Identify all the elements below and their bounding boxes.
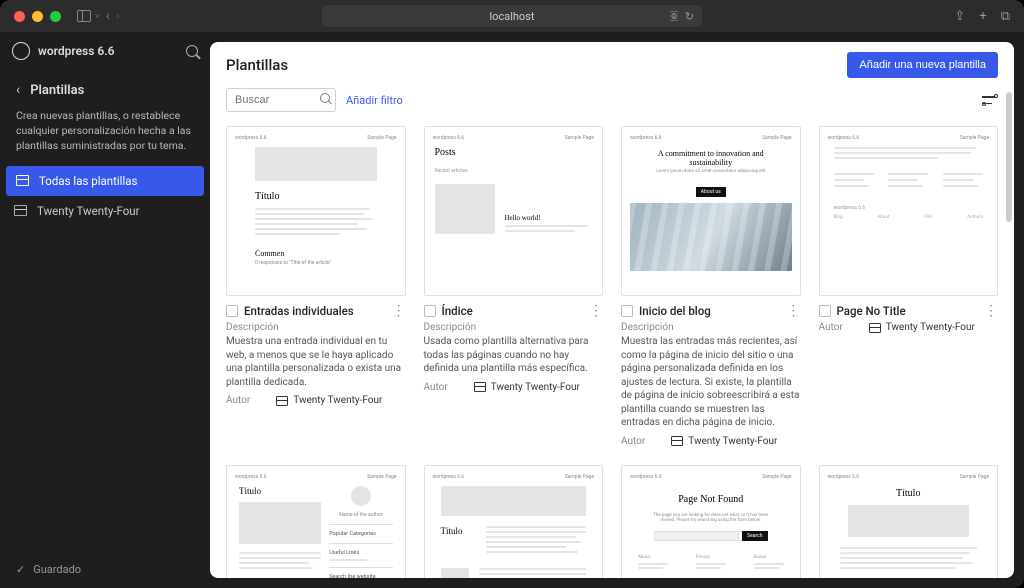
template-card: wordpress 6.6Sample Page Título Commen (226, 126, 406, 447)
save-status: Guardado (33, 563, 81, 576)
add-template-button[interactable]: Añadir una nueva plantilla (847, 52, 998, 78)
minimize-window-icon[interactable] (32, 11, 43, 22)
dashboard-icon (869, 323, 881, 333)
select-checkbox[interactable] (819, 305, 831, 317)
layout-icon (16, 175, 29, 186)
author-chip[interactable]: Twenty Twenty-Four (474, 382, 580, 393)
template-preview[interactable]: wordpress 6.6Sample Page Posts Recent ar… (424, 126, 604, 296)
template-card: wordpress 6.6Sample Page Título (226, 465, 406, 579)
sidebar-item-label: Twenty Twenty-Four (37, 204, 140, 218)
search-input-wrap (226, 88, 336, 112)
meta-author-label: Autor (819, 322, 843, 333)
more-actions-icon[interactable]: ⋮ (589, 306, 603, 316)
meta-desc-label: Descripción (226, 322, 406, 333)
author-chip[interactable]: Twenty Twenty-Four (276, 395, 382, 406)
template-title[interactable]: Índice (442, 304, 584, 318)
share-icon[interactable]: ⇪ (954, 9, 965, 24)
author-chip[interactable]: Twenty Twenty-Four (869, 322, 975, 333)
scrollbar[interactable] (1006, 92, 1012, 222)
section-description: Crea nuevas plantillas, o restablece cua… (0, 102, 210, 166)
select-checkbox[interactable] (424, 305, 436, 317)
template-card: wordpress 6.6Sample Page A commitment to… (621, 126, 801, 447)
more-actions-icon[interactable]: ⋮ (787, 306, 801, 316)
new-tab-icon[interactable]: + (979, 9, 986, 24)
browser-chrome: ˅ ‹ › localhost 🀙 ↻ ⇪ + ⧉ (0, 0, 1024, 32)
url-bar[interactable]: localhost 🀙 ↻ (322, 5, 702, 27)
meta-author-label: Autor (226, 395, 250, 406)
more-actions-icon[interactable]: ⋮ (984, 306, 998, 316)
site-title[interactable]: wordpress 6.6 (38, 44, 178, 58)
editor-sidebar: wordpress 6.6 ‹ Plantillas Crea nuevas p… (0, 32, 210, 588)
meta-author-label: Autor (424, 382, 448, 393)
page-title: Plantillas (226, 56, 847, 74)
search-icon[interactable] (320, 93, 330, 103)
template-card: wordpress 6.6Sample Page Page Not Found … (621, 465, 801, 579)
template-grid-scroll[interactable]: wordpress 6.6Sample Page Título Commen (210, 120, 1014, 578)
preview-heading: Posts (435, 147, 595, 158)
template-card: wordpress 6.6Sample Page wordpress 6.6 (819, 126, 999, 447)
preview-hero-image (630, 203, 792, 271)
nav-back-icon[interactable]: ‹ (106, 8, 110, 24)
preview-post-title: Hello world! (505, 214, 593, 222)
more-actions-icon[interactable]: ⋮ (392, 306, 406, 316)
dashboard-icon (276, 396, 288, 406)
main-panel: Plantillas Añadir una nueva plantilla Añ… (210, 42, 1014, 578)
main-toolbar: Añadir filtro (210, 88, 1014, 120)
sidebar-item-all-templates[interactable]: Todas las plantillas (6, 166, 204, 196)
template-preview[interactable]: wordpress 6.6Sample Page A commitment to… (621, 126, 801, 296)
select-checkbox[interactable] (621, 305, 633, 317)
dashboard-icon (671, 436, 683, 446)
search-icon[interactable] (186, 45, 198, 57)
chevron-down-icon[interactable]: ˅ (95, 12, 100, 21)
layout-icon (14, 205, 27, 216)
preview-heading: A commitment to innovation and sustainab… (650, 149, 772, 167)
dashboard-icon (474, 382, 486, 392)
template-title[interactable]: Inicio del blog (639, 304, 781, 318)
template-description: Muestra las entradas más recientes, así … (621, 335, 801, 430)
refresh-icon[interactable]: ↻ (685, 10, 694, 23)
template-title[interactable]: Entradas individuales (244, 304, 386, 318)
template-preview[interactable]: wordpress 6.6Sample Page Título (424, 465, 604, 579)
close-window-icon[interactable] (14, 11, 25, 22)
nav-forward-icon[interactable]: › (116, 8, 120, 24)
app-frame: wordpress 6.6 ‹ Plantillas Crea nuevas p… (0, 32, 1024, 588)
sidebar-item-label: Todas las plantillas (39, 174, 137, 188)
author-chip[interactable]: Twenty Twenty-Four (671, 436, 777, 447)
template-preview[interactable]: wordpress 6.6Sample Page Título (226, 465, 406, 579)
wordpress-logo-icon[interactable] (12, 42, 30, 60)
sidebar-footer: ✓ Guardado (0, 551, 210, 588)
template-preview[interactable]: wordpress 6.6Sample Page wordpress 6.6 (819, 126, 999, 296)
meta-desc-label: Descripción (621, 322, 801, 333)
template-card: wordpress 6.6Sample Page Título (819, 465, 999, 579)
maximize-window-icon[interactable] (50, 11, 61, 22)
sidebar-toggle-icon[interactable] (77, 10, 91, 22)
view-options-icon[interactable] (982, 94, 998, 106)
url-text: localhost (490, 10, 535, 23)
tabs-icon[interactable]: ⧉ (1001, 9, 1010, 24)
template-card: wordpress 6.6Sample Page Posts Recent ar… (424, 126, 604, 447)
template-preview[interactable]: wordpress 6.6Sample Page Título Commen (226, 126, 406, 296)
template-description: Usada como plantilla alternativa para to… (424, 335, 604, 376)
back-icon[interactable]: ‹ (16, 82, 20, 98)
main-header: Plantillas Añadir una nueva plantilla (210, 42, 1014, 88)
check-icon: ✓ (16, 563, 25, 576)
template-card: wordpress 6.6Sample Page Título (424, 465, 604, 579)
template-description: Muestra una entrada individual en tu web… (226, 335, 406, 389)
template-grid: wordpress 6.6Sample Page Título Commen (226, 126, 998, 578)
template-preview[interactable]: wordpress 6.6Sample Page Page Not Found … (621, 465, 801, 579)
sidebar-item-theme[interactable]: Twenty Twenty-Four (0, 196, 210, 226)
template-title[interactable]: Page No Title (837, 304, 979, 318)
meta-desc-label: Descripción (424, 322, 604, 333)
sidebar-header: wordpress 6.6 (0, 32, 210, 70)
reader-icon[interactable]: 🀙 (670, 11, 678, 22)
meta-author-label: Autor (621, 436, 645, 447)
window-controls[interactable] (14, 11, 61, 22)
section-label: Plantillas (30, 83, 84, 98)
sidebar-breadcrumb[interactable]: ‹ Plantillas (0, 70, 210, 102)
add-filter-link[interactable]: Añadir filtro (346, 94, 403, 107)
template-preview[interactable]: wordpress 6.6Sample Page Título (819, 465, 999, 579)
select-checkbox[interactable] (226, 305, 238, 317)
